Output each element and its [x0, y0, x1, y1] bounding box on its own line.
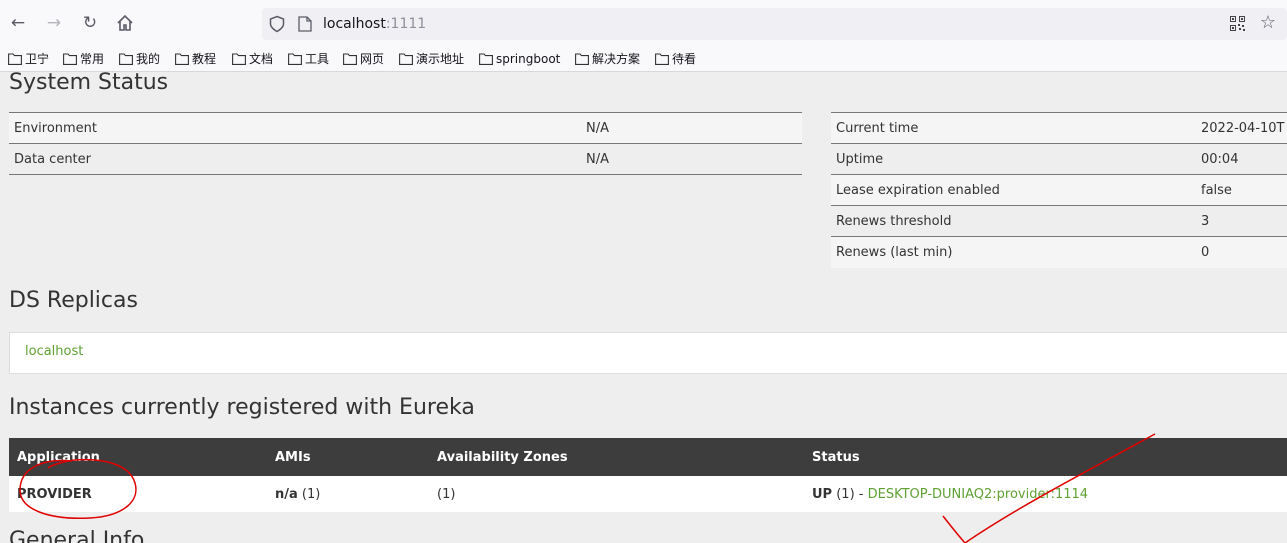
url-text[interactable]: localhost:1111: [323, 14, 426, 34]
bookmark-folder[interactable]: 我的: [119, 50, 160, 68]
status-table: Current time 2022-04-10T Uptime 00:04 Le…: [831, 112, 1287, 268]
table-row: Lease expiration enabled false: [831, 174, 1287, 206]
folder-icon: [343, 53, 357, 65]
env-label: Data center: [9, 143, 581, 175]
bookmark-label: 卫宁: [25, 52, 50, 66]
folder-icon: [232, 53, 246, 65]
bookmark-folder[interactable]: 卫宁: [8, 50, 49, 68]
folder-icon: [655, 53, 669, 65]
back-arrow-icon[interactable]: ←: [7, 12, 29, 34]
ds-replicas-list: localhost: [9, 332, 1287, 374]
ds-replicas-heading: DS Replicas: [9, 288, 138, 313]
environment-table: Environment N/A Data center N/A: [9, 112, 802, 175]
bookmark-folder[interactable]: 文档: [232, 50, 273, 68]
instances-heading: Instances currently registered with Eure…: [9, 395, 475, 420]
bookmark-folder[interactable]: 工具: [288, 50, 329, 68]
bookmark-folder[interactable]: 常用: [63, 50, 104, 68]
table-header-row: Application AMIs Availability Zones Stat…: [9, 438, 1287, 476]
folder-icon: [175, 53, 189, 65]
bookmark-label: 工具: [305, 52, 330, 66]
bookmark-label: 常用: [80, 52, 105, 66]
status-label: Current time: [831, 112, 1196, 144]
bookmark-label: 我的: [136, 52, 161, 66]
system-status-heading: System Status: [9, 72, 169, 95]
bookmarks-bar: 卫宁 常用 我的 教程 文档 工具 网页 演示地址 springboot 解决方案 待看: [0, 46, 1287, 72]
status-value: 00:04: [1196, 143, 1287, 175]
status-value: 0: [1196, 236, 1287, 268]
bookmark-folder[interactable]: 解决方案: [575, 50, 640, 68]
bookmark-folder[interactable]: 待看: [655, 50, 696, 68]
reload-icon[interactable]: ↻: [79, 12, 101, 34]
table-row: Uptime 00:04: [831, 143, 1287, 175]
env-value: N/A: [581, 143, 802, 175]
status-label: Renews (last min): [831, 236, 1196, 268]
bookmark-folder[interactable]: 演示地址: [399, 50, 464, 68]
application-cell: PROVIDER: [9, 476, 267, 512]
bookmark-folder[interactable]: springboot: [479, 50, 560, 68]
bookmark-label: springboot: [496, 52, 561, 66]
replica-link[interactable]: localhost: [25, 344, 83, 359]
amis-value: n/a: [275, 486, 298, 502]
bookmark-label: 教程: [192, 52, 217, 66]
bookmark-folder[interactable]: 网页: [343, 50, 384, 68]
table-row: Current time 2022-04-10T: [831, 112, 1287, 144]
status-label: Lease expiration enabled: [831, 174, 1196, 206]
table-row: Renews threshold 3: [831, 205, 1287, 237]
amis-count: (1): [297, 486, 321, 502]
home-icon[interactable]: [114, 12, 136, 34]
address-bar[interactable]: localhost:1111 ☆: [262, 8, 1287, 40]
zones-cell: (1): [429, 476, 804, 512]
forward-arrow-icon[interactable]: →: [43, 12, 65, 34]
table-row: PROVIDER n/a (1) (1) UP (1) - DESKTOP-DU…: [9, 476, 1287, 512]
bookmark-label: 解决方案: [592, 52, 641, 66]
amis-cell: n/a (1): [267, 476, 429, 512]
env-label: Environment: [9, 112, 581, 144]
env-value: N/A: [581, 112, 802, 144]
shield-icon[interactable]: [268, 15, 286, 33]
bookmark-folder[interactable]: 教程: [175, 50, 216, 68]
status-up: UP: [812, 486, 833, 502]
folder-icon: [288, 53, 302, 65]
folder-icon: [63, 53, 77, 65]
folder-icon: [399, 53, 413, 65]
folder-icon: [8, 53, 22, 65]
column-header-status: Status: [804, 438, 1287, 476]
folder-icon: [575, 53, 589, 65]
status-label: Uptime: [831, 143, 1196, 175]
status-value: false: [1196, 174, 1287, 206]
browser-toolbar: ← → ↻ localhost:1111 ☆: [0, 0, 1287, 46]
status-cell: UP (1) - DESKTOP-DUNIAQ2:provider:1114: [804, 476, 1287, 512]
bookmark-label: 演示地址: [416, 52, 465, 66]
status-value: 3: [1196, 205, 1287, 237]
folder-icon: [479, 53, 493, 65]
column-header-application: Application: [9, 438, 267, 476]
bookmark-label: 网页: [360, 52, 385, 66]
column-header-zones: Availability Zones: [429, 438, 804, 476]
qr-code-icon[interactable]: [1230, 16, 1245, 31]
eureka-page: System Status Environment N/A Data cente…: [0, 72, 1287, 543]
bookmark-star-icon[interactable]: ☆: [1260, 12, 1276, 33]
application-name: PROVIDER: [17, 486, 92, 502]
status-value: 2022-04-10T: [1196, 112, 1287, 144]
status-label: Renews threshold: [831, 205, 1196, 237]
instance-link[interactable]: DESKTOP-DUNIAQ2:provider:1114: [868, 487, 1088, 502]
general-info-heading: General Info: [9, 528, 145, 543]
table-row: Environment N/A: [9, 112, 802, 144]
instances-table: Application AMIs Availability Zones Stat…: [9, 438, 1287, 512]
column-header-amis: AMIs: [267, 438, 429, 476]
page-icon: [298, 16, 312, 32]
table-row: Renews (last min) 0: [831, 236, 1287, 268]
folder-icon: [119, 53, 133, 65]
bookmark-label: 待看: [672, 52, 697, 66]
status-count: (1) -: [832, 486, 868, 502]
table-row: Data center N/A: [9, 143, 802, 175]
bookmark-label: 文档: [249, 52, 274, 66]
